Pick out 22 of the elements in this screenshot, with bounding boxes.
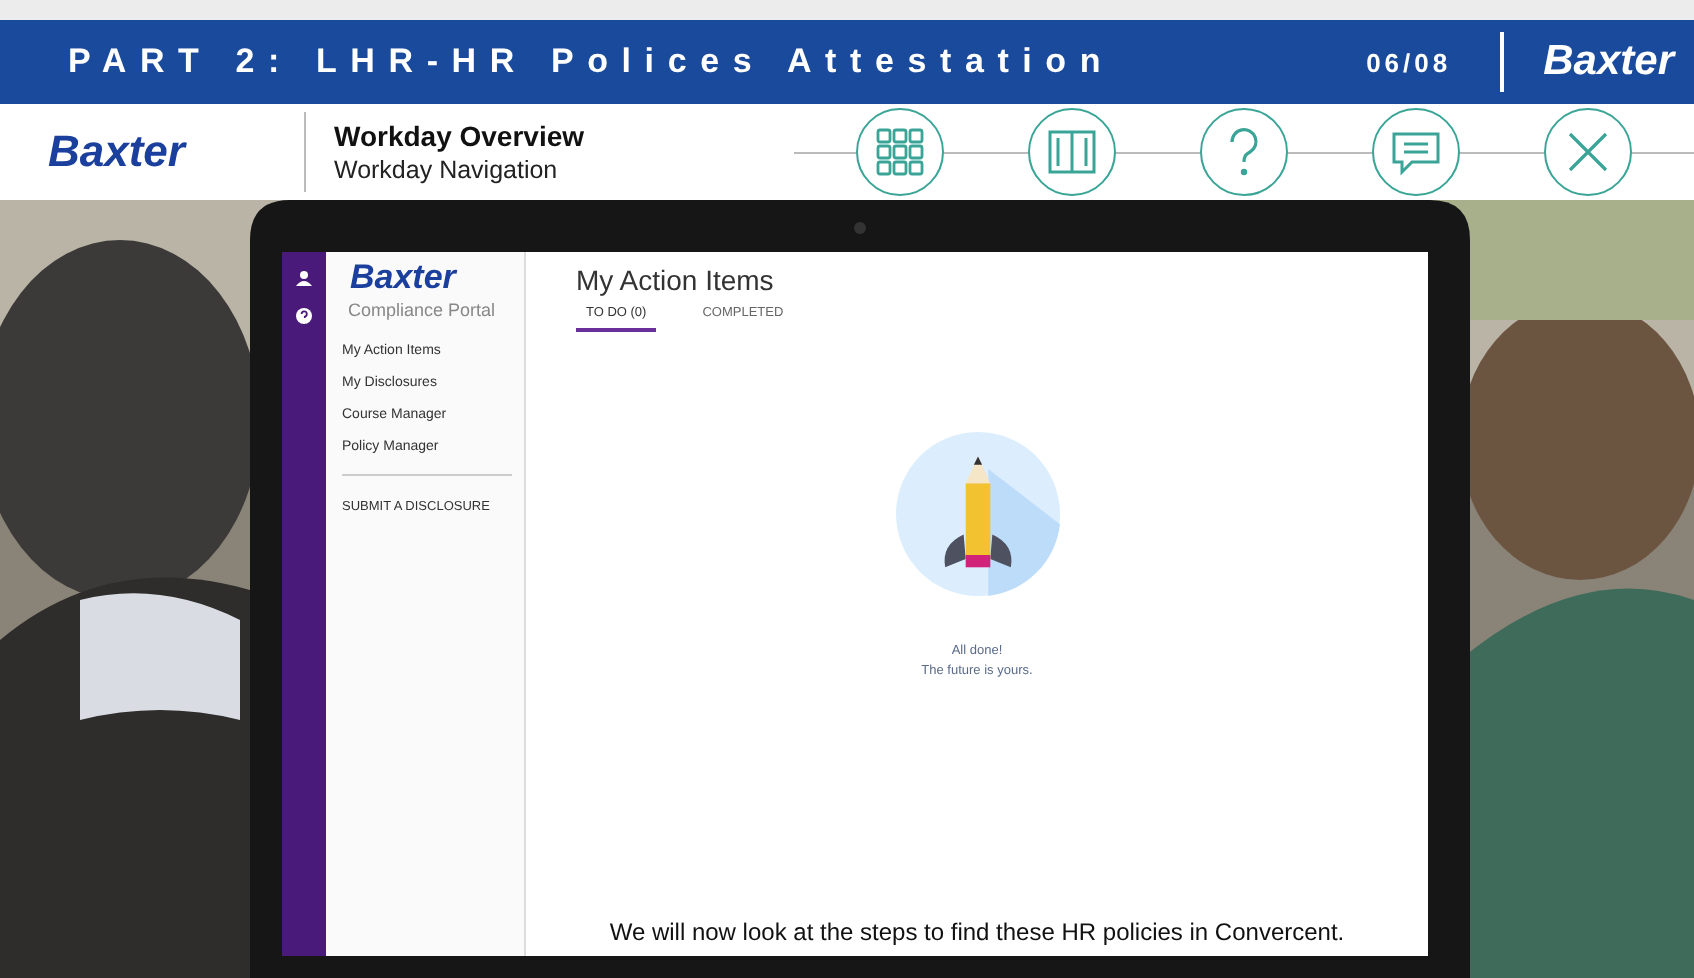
close-icon bbox=[1566, 130, 1610, 174]
question-mark-icon bbox=[1224, 126, 1264, 178]
logo: Baxter bbox=[48, 126, 189, 178]
lesson-subtitle: Workday Navigation bbox=[334, 156, 560, 184]
caption-text: We will now look at the steps to find these HR policies in Convercent. bbox=[607, 918, 1347, 946]
portal-subtitle: Compliance Portal bbox=[348, 300, 498, 320]
chat-bubble-icon bbox=[1390, 128, 1442, 176]
lesson-title: Workday Overview bbox=[334, 120, 587, 152]
menu-button[interactable] bbox=[856, 108, 944, 196]
logo: Baxter bbox=[350, 258, 456, 298]
page-heading: My Action Items bbox=[576, 264, 774, 296]
close-button[interactable] bbox=[1544, 108, 1632, 196]
book-icon bbox=[1046, 128, 1098, 176]
module-title: PART 2: LHR-HR Polices Attestation bbox=[68, 42, 1117, 82]
book-button[interactable] bbox=[1028, 108, 1116, 196]
page-counter: 06/08 bbox=[1366, 47, 1452, 77]
logo: Baxter bbox=[1543, 38, 1674, 86]
help-icon[interactable] bbox=[296, 308, 312, 324]
chat-button[interactable] bbox=[1372, 108, 1460, 196]
grid-icon bbox=[876, 128, 924, 176]
help-button[interactable] bbox=[1200, 108, 1288, 196]
user-icon[interactable] bbox=[296, 270, 312, 286]
